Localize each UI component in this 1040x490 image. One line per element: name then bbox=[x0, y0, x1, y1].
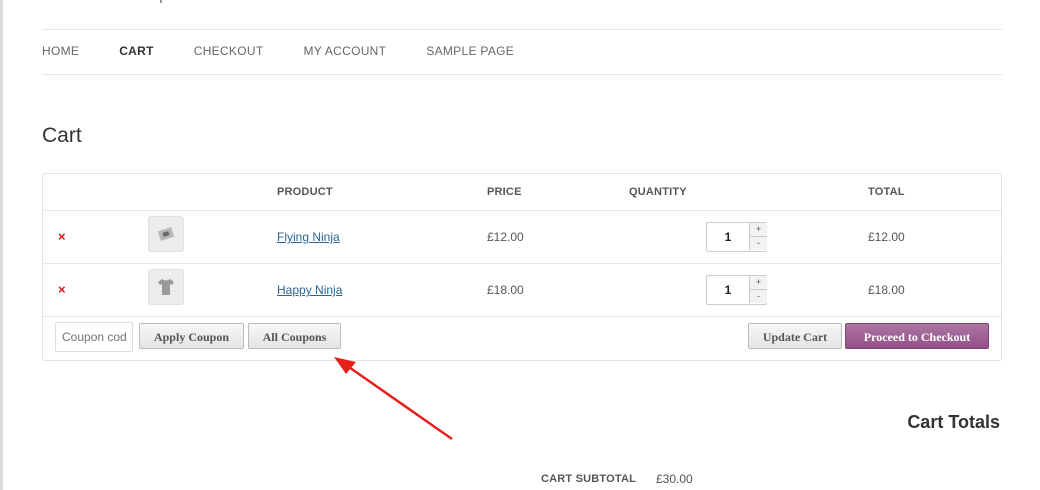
cart-totals-title: Cart Totals bbox=[907, 412, 1000, 432]
cart-subtotal-label: CART SUBTOTAL bbox=[541, 473, 637, 485]
annotation-arrow bbox=[334, 357, 453, 441]
cart-subtotal-value: £30.00 bbox=[656, 472, 693, 486]
